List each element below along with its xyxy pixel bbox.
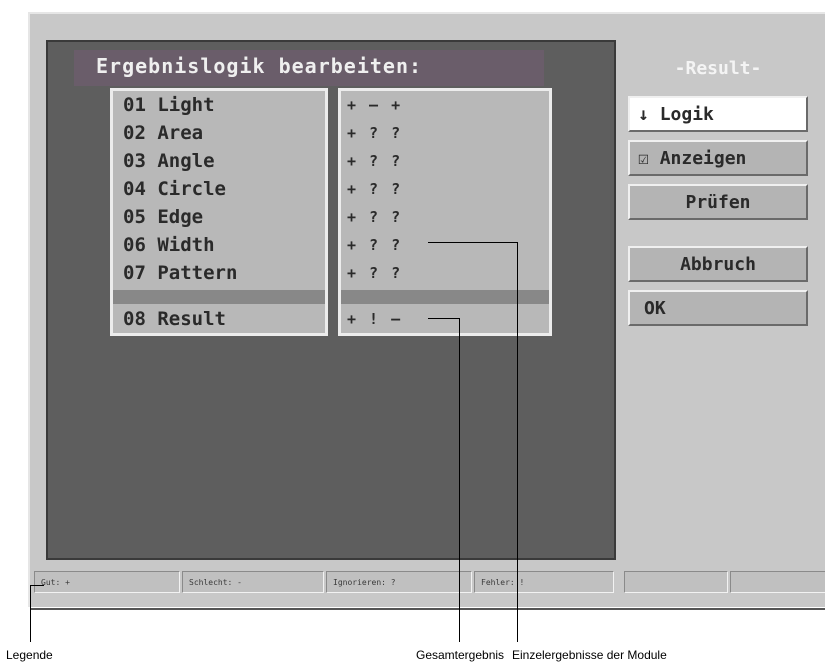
module-row-area[interactable]: 02 Area [113, 119, 325, 147]
caption-gesamtergebnis: Gesamtergebnis [416, 648, 505, 662]
abbruch-button[interactable]: Abbruch [628, 246, 808, 282]
leader-einzel-horizontal [428, 242, 518, 243]
bottom-divider [30, 608, 825, 610]
caption-legende: Legende [6, 648, 53, 662]
leader-gesamt-vertical [459, 318, 460, 642]
logik-label: Logik [659, 104, 714, 125]
module-row-edge[interactable]: 05 Edge [113, 203, 325, 231]
list-separator [113, 290, 325, 304]
logik-button[interactable]: ↓ Logik [628, 96, 808, 132]
leader-legende-horizontal [30, 585, 44, 586]
leader-gesamt-horizontal [428, 318, 460, 319]
module-row-result[interactable]: 08 Result [113, 305, 325, 333]
anzeigen-label: Anzeigen [659, 148, 747, 169]
result-menu-header: -Result- [674, 58, 762, 79]
status-empty-1 [624, 571, 728, 593]
module-list: 01 Light 02 Area 03 Angle 04 Circle 05 E… [110, 88, 328, 336]
result-logic-panel: Ergebnislogik bearbeiten: 01 Light 02 Ar… [46, 40, 616, 560]
status-empty-2 [730, 571, 825, 593]
legend-status-bar: Gut: + Schlecht: - Ignorieren: ? Fehler:… [30, 571, 825, 595]
result-cell-circle[interactable]: + ? ? [341, 175, 549, 203]
leader-legende-vertical [30, 585, 31, 642]
caption-einzelergebnisse: Einzelergebnisse der Module [512, 648, 667, 662]
result-cell-area[interactable]: + ? ? [341, 119, 549, 147]
result-cell-light[interactable]: + – + [341, 91, 549, 119]
leader-einzel-vertical [517, 242, 518, 642]
module-row-light[interactable]: 01 Light [113, 91, 325, 119]
module-result-list: + – + + ? ? + ? ? + ? ? + ? ? + ? ? + ? … [338, 88, 552, 336]
module-row-width[interactable]: 06 Width [113, 231, 325, 259]
arrow-down-icon: ↓ [638, 104, 649, 125]
application-screen: Ergebnislogik bearbeiten: 01 Light 02 Ar… [28, 12, 825, 610]
module-row-pattern[interactable]: 07 Pattern [113, 259, 325, 287]
anzeigen-button[interactable]: ☑ Anzeigen [628, 140, 808, 176]
result-cell-angle[interactable]: + ? ? [341, 147, 549, 175]
module-row-angle[interactable]: 03 Angle [113, 147, 325, 175]
pruefen-button[interactable]: Prüfen [628, 184, 808, 220]
legend-schlecht: Schlecht: - [182, 571, 324, 593]
checkbox-checked-icon: ☑ [638, 148, 649, 169]
legend-fehler: Fehler: ! [474, 571, 614, 593]
dialog-title: Ergebnislogik bearbeiten: [96, 54, 423, 78]
module-row-circle[interactable]: 04 Circle [113, 175, 325, 203]
result-cell-edge[interactable]: + ? ? [341, 203, 549, 231]
legend-gut: Gut: + [34, 571, 180, 593]
ok-button[interactable]: OK [628, 290, 808, 326]
legend-ignorieren: Ignorieren: ? [326, 571, 472, 593]
